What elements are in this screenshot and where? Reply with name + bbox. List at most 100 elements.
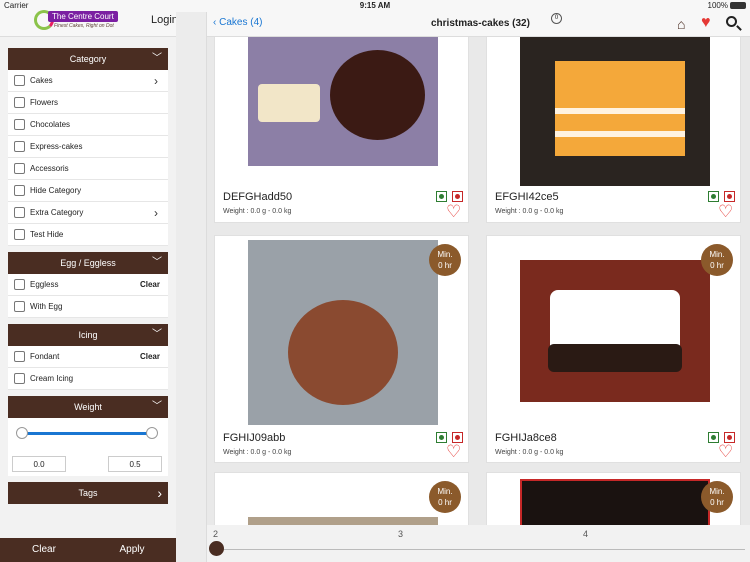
page-number[interactable]: 3 bbox=[398, 529, 403, 539]
back-button[interactable]: ‹ Cakes (4) bbox=[213, 17, 262, 28]
badge-label: Min. bbox=[437, 250, 453, 259]
product-image[interactable] bbox=[520, 479, 710, 525]
panel-divider bbox=[176, 12, 207, 562]
option-label: Flowers bbox=[30, 98, 59, 107]
option-label: Test Hide bbox=[30, 230, 64, 239]
checkbox[interactable] bbox=[14, 301, 25, 312]
chevron-down-icon: ﹀ bbox=[152, 257, 162, 268]
battery-indicator: 100% bbox=[708, 0, 746, 12]
product-image[interactable] bbox=[248, 517, 438, 525]
brand-logo: The Centre Court Finest Cakes, Right on … bbox=[34, 10, 120, 34]
min-time-badge: Min. 0 hr bbox=[701, 244, 733, 276]
badge-label: Min. bbox=[709, 487, 725, 496]
egg-option-eggless[interactable]: Eggless Clear bbox=[8, 274, 168, 296]
product-name: FGHIJa8ce8 bbox=[495, 432, 557, 444]
page-slider-track[interactable] bbox=[215, 549, 745, 550]
clear-filters-button[interactable]: Clear bbox=[0, 538, 88, 562]
icing-section-header[interactable]: Icing ﹀ bbox=[8, 324, 168, 346]
page-slider: 2 3 4 bbox=[207, 525, 750, 562]
chevron-right-icon[interactable]: › bbox=[154, 70, 158, 92]
product-image[interactable] bbox=[520, 37, 710, 186]
page-slider-handle[interactable] bbox=[209, 541, 224, 556]
search-icon[interactable] bbox=[726, 16, 737, 27]
wishlist-heart-icon[interactable]: ♡ bbox=[446, 443, 461, 460]
chevron-down-icon: ﹀ bbox=[152, 329, 162, 340]
category-option-accessoris[interactable]: Accessoris bbox=[8, 158, 168, 180]
checkbox[interactable] bbox=[14, 373, 25, 384]
badge-value: 0 hr bbox=[710, 498, 724, 507]
category-option-hide-category[interactable]: Hide Category bbox=[8, 180, 168, 202]
product-image[interactable] bbox=[520, 260, 710, 402]
page-number[interactable]: 2 bbox=[213, 529, 218, 539]
slider-track[interactable] bbox=[22, 432, 152, 435]
nonveg-indicator-icon bbox=[724, 191, 735, 202]
product-name: FGHIJ09abb bbox=[223, 432, 286, 444]
category-option-test-hide[interactable]: Test Hide bbox=[8, 224, 168, 246]
product-card[interactable]: DEFGHadd50 Weight : 0.0 g - 0.0 kg ♡ bbox=[214, 37, 469, 223]
wishlist-heart-icon[interactable]: ♡ bbox=[718, 443, 733, 460]
egg-section-header[interactable]: Egg / Eggless ﹀ bbox=[8, 252, 168, 274]
login-button[interactable]: Login bbox=[151, 14, 178, 26]
option-label: Eggless bbox=[30, 280, 59, 289]
wishlist-heart-icon[interactable]: ♥ bbox=[701, 14, 711, 32]
product-image[interactable] bbox=[248, 240, 438, 425]
badge-value: 0 hr bbox=[438, 498, 452, 507]
cart-count-badge[interactable]: 0 bbox=[551, 13, 562, 24]
option-label: Fondant bbox=[30, 352, 60, 361]
tags-section-header[interactable]: Tags › bbox=[8, 482, 168, 504]
checkbox[interactable] bbox=[14, 185, 25, 196]
sidebar-header: The Centre Court Finest Cakes, Right on … bbox=[0, 10, 178, 37]
back-label: Cakes (4) bbox=[219, 17, 263, 28]
category-option-flowers[interactable]: Flowers bbox=[8, 92, 168, 114]
category-option-cakes[interactable]: Cakes › bbox=[8, 70, 168, 92]
checkbox[interactable] bbox=[14, 141, 25, 152]
badge-value: 0 hr bbox=[710, 261, 724, 270]
slider-min-handle[interactable] bbox=[16, 427, 28, 439]
product-card[interactable]: Min. 0 hr FGHIJa8ce8 Weight : 0.0 g - 0.0… bbox=[486, 235, 741, 463]
weight-min-field[interactable]: 0.0 bbox=[12, 456, 66, 472]
egg-clear-button[interactable]: Clear bbox=[140, 274, 160, 296]
wishlist-heart-icon[interactable]: ♡ bbox=[446, 203, 461, 220]
category-option-express-cakes[interactable]: Express-cakes bbox=[8, 136, 168, 158]
product-weight: Weight : 0.0 g - 0.0 kg bbox=[495, 208, 564, 215]
icing-title: Icing bbox=[78, 330, 98, 340]
option-label: Accessoris bbox=[30, 164, 69, 173]
product-card[interactable]: Min. 0 hr bbox=[486, 472, 741, 525]
product-name: EFGHI42ce5 bbox=[495, 191, 559, 203]
logo-tagline: Finest Cakes, Right on Dot bbox=[54, 23, 114, 29]
category-section-header[interactable]: Category ﹀ bbox=[8, 48, 168, 70]
weight-section-header[interactable]: Weight ﹀ bbox=[8, 396, 168, 418]
icing-clear-button[interactable]: Clear bbox=[140, 346, 160, 368]
battery-icon bbox=[730, 2, 746, 10]
apply-filters-button[interactable]: Apply bbox=[88, 538, 176, 562]
category-option-chocolates[interactable]: Chocolates bbox=[8, 114, 168, 136]
icing-option-cream-icing[interactable]: Cream Icing bbox=[8, 368, 168, 390]
checkbox[interactable] bbox=[14, 279, 25, 290]
checkbox[interactable] bbox=[14, 97, 25, 108]
egg-option-with-egg[interactable]: With Egg bbox=[8, 296, 168, 318]
wishlist-heart-icon[interactable]: ♡ bbox=[718, 203, 733, 220]
checkbox[interactable] bbox=[14, 229, 25, 240]
chevron-right-icon: › bbox=[157, 485, 162, 501]
chevron-right-icon[interactable]: › bbox=[154, 202, 158, 224]
weight-max-field[interactable]: 0.5 bbox=[108, 456, 162, 472]
icing-option-fondant[interactable]: Fondant Clear bbox=[8, 346, 168, 368]
egg-title: Egg / Eggless bbox=[60, 258, 116, 268]
checkbox[interactable] bbox=[14, 351, 25, 362]
product-card[interactable]: Min. 0 hr bbox=[214, 472, 469, 525]
option-label: Cream Icing bbox=[30, 374, 74, 383]
checkbox[interactable] bbox=[14, 119, 25, 130]
product-card[interactable]: EFGHI42ce5 Weight : 0.0 g - 0.0 kg ♡ bbox=[486, 37, 741, 223]
page-number[interactable]: 4 bbox=[583, 529, 588, 539]
product-card[interactable]: Min. 0 hr FGHIJ09abb Weight : 0.0 g - 0.0… bbox=[214, 235, 469, 463]
tags-title: Tags bbox=[78, 488, 98, 498]
checkbox[interactable] bbox=[14, 207, 25, 218]
option-label: Express-cakes bbox=[30, 142, 83, 151]
cake-shape bbox=[330, 50, 425, 140]
slider-max-handle[interactable] bbox=[146, 427, 158, 439]
home-icon[interactable]: ⌂ bbox=[677, 16, 685, 32]
product-image[interactable] bbox=[248, 37, 438, 166]
category-option-extra-category[interactable]: Extra Category › bbox=[8, 202, 168, 224]
checkbox[interactable] bbox=[14, 75, 25, 86]
checkbox[interactable] bbox=[14, 163, 25, 174]
